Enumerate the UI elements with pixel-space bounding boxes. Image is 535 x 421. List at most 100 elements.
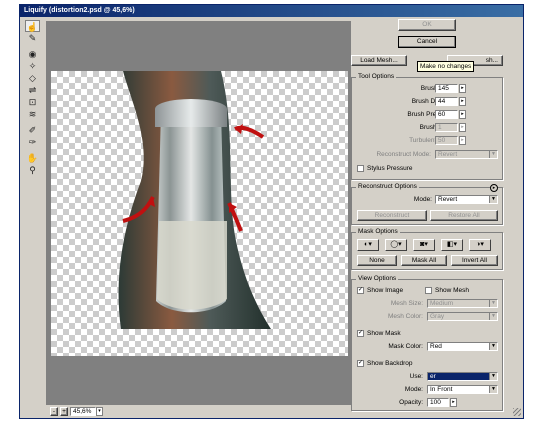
push-left-tool-icon[interactable]: ⇌ [25, 84, 40, 96]
chevron-down-icon: ▼ [489, 386, 497, 393]
mask-subtract-icon[interactable]: ◙▾ [413, 239, 435, 251]
show-backdrop-label: Show Backdrop [367, 360, 413, 367]
reconstruct-mode-label: Reconstruct Mode: [376, 151, 431, 158]
mask-invert-icon[interactable]: ◑▾ [469, 239, 491, 251]
mask-options-title: Mask Options [356, 228, 400, 235]
show-image-label: Show Image [367, 287, 404, 294]
canvas-area[interactable] [46, 21, 351, 406]
brush-pressure-arrow-icon[interactable]: ▸ [459, 110, 466, 119]
reconstruct-options-group: Reconstruct Options ▸ Mode: Revert ▼ Reco… [351, 183, 503, 225]
brush-rate-arrow-icon[interactable]: ▸ [459, 123, 466, 132]
tool-options-group: Tool Options Brush Size: 145 ▸ Brush Den… [351, 73, 503, 180]
twirl-clockwise-tool-icon[interactable]: ◉ [25, 48, 40, 60]
toolbox: ☝ ✎ ◉ ✧ ◇ ⇌ ⊡ ≋ ✐ ✑ ✋ ⚲ [22, 20, 42, 180]
show-mask-label: Show Mask [367, 330, 401, 337]
bloat-tool-icon[interactable]: ◇ [25, 72, 40, 84]
chevron-down-icon: ▼ [489, 300, 497, 307]
zoom-dropdown-icon[interactable]: ▾ [96, 407, 103, 416]
chevron-down-icon: ▼ [489, 196, 497, 203]
show-mask-checkbox[interactable]: ✓ [357, 330, 364, 337]
zoom-field[interactable]: 45,6% [70, 407, 96, 416]
opacity-label: Opacity: [399, 399, 423, 406]
turbulent-jitter-arrow-icon[interactable]: ▸ [459, 136, 466, 145]
reconstruct-mode-select[interactable]: Revert ▼ [435, 150, 498, 159]
backdrop-mode-select[interactable]: In Front ▼ [427, 385, 498, 394]
forward-warp-tool-icon[interactable]: ☝ [25, 20, 40, 32]
thaw-mask-tool-icon[interactable]: ✑ [25, 136, 40, 148]
hand-tool-icon[interactable]: ✋ [25, 152, 40, 164]
brush-density-arrow-icon[interactable]: ▸ [459, 97, 466, 106]
cancel-button[interactable]: Cancel [398, 36, 456, 48]
brush-size-field[interactable]: 145 [435, 84, 458, 93]
mask-color-label: Mask Color: [388, 343, 423, 350]
use-value: er [430, 373, 436, 380]
reconstruct-button[interactable]: Reconstruct [357, 210, 427, 221]
image-canvas[interactable] [51, 71, 348, 356]
restore-all-button[interactable]: Restore All [430, 210, 498, 221]
status-bar: - + 45,6% ▾ [46, 405, 351, 418]
show-mesh-label: Show Mesh [435, 287, 469, 294]
resize-grip-icon[interactable] [513, 408, 521, 416]
image-artwork [118, 71, 272, 329]
mesh-size-select[interactable]: Medium ▼ [427, 299, 498, 308]
chevron-down-icon: ▼ [489, 151, 497, 158]
mask-replace-icon[interactable]: ◐▾ [357, 239, 379, 251]
chevron-down-icon: ▼ [489, 373, 497, 380]
tooltip: Make no changes [417, 61, 475, 72]
mask-add-icon[interactable]: ◯▾ [385, 239, 407, 251]
show-backdrop-checkbox[interactable]: ✓ [357, 360, 364, 367]
stylus-pressure-label: Stylus Pressure [367, 165, 413, 172]
reconstruct-options-mode-select[interactable]: Revert ▼ [435, 195, 498, 204]
backdrop-mode-label: Mode: [404, 386, 423, 393]
stylus-pressure-checkbox[interactable] [357, 165, 364, 172]
zoom-in-button[interactable]: + [60, 407, 68, 416]
chevron-down-icon: ▼ [489, 313, 497, 320]
reconstruct-mode-value: Revert [438, 151, 458, 158]
mesh-color-select[interactable]: Gray ▼ [427, 312, 498, 321]
mesh-color-label: Mesh Color: [387, 313, 423, 320]
use-select[interactable]: er ▼ [427, 372, 498, 381]
mesh-size-label: Mesh Size: [390, 300, 423, 307]
invert-all-button[interactable]: Invert All [451, 255, 498, 266]
view-options-group: View Options ✓ Show Image Show Mesh Mesh… [351, 275, 503, 411]
lid-side-shape [155, 109, 227, 127]
opacity-arrow-icon[interactable]: ▸ [450, 398, 457, 407]
load-mesh-button[interactable]: Load Mesh... [351, 55, 407, 66]
pucker-tool-icon[interactable]: ✧ [25, 60, 40, 72]
mirror-tool-icon[interactable]: ⊡ [25, 96, 40, 108]
brush-rate-field[interactable]: 1 [435, 123, 458, 132]
mask-options-group: Mask Options ◐▾ ◯▾ ◙▾ ◧▾ ◑▾ None Mask Al… [351, 228, 503, 270]
freeze-mask-tool-icon[interactable]: ✐ [25, 124, 40, 136]
zoom-out-button[interactable]: - [50, 407, 58, 416]
reconstruct-options-mode-value: Revert [438, 196, 458, 203]
mask-none-button[interactable]: None [357, 255, 397, 266]
mask-color-value: Red [430, 343, 442, 350]
brush-pressure-field[interactable]: 60 [435, 110, 458, 119]
tool-options-title: Tool Options [356, 73, 397, 80]
backdrop-mode-value: In Front [430, 386, 453, 393]
use-label: Use: [409, 373, 423, 380]
arrowhead-right-top [235, 124, 243, 134]
ok-button[interactable]: OK [398, 19, 456, 31]
mesh-size-value: Medium [430, 300, 454, 307]
view-options-title: View Options [356, 275, 399, 282]
mask-all-button[interactable]: Mask All [401, 255, 447, 266]
brush-size-arrow-icon[interactable]: ▸ [459, 84, 466, 93]
opacity-field[interactable]: 100 [427, 398, 449, 407]
mask-color-select[interactable]: Red ▼ [427, 342, 498, 351]
reconstruct-options-title: Reconstruct Options [356, 183, 419, 190]
show-mesh-checkbox[interactable] [425, 287, 432, 294]
turbulent-jitter-field[interactable]: 50 [435, 136, 458, 145]
options-menu-icon[interactable]: ▸ [490, 184, 498, 192]
turbulence-tool-icon[interactable]: ≋ [25, 108, 40, 120]
salt-shape [157, 221, 227, 310]
liquify-window: Liquify (distortion2.psd @ 45,6%) ☝ ✎ ◉ … [19, 4, 524, 419]
reconstruct-mode-label-2: Mode: [413, 196, 432, 203]
mask-intersect-icon[interactable]: ◧▾ [441, 239, 463, 251]
zoom-tool-icon[interactable]: ⚲ [25, 164, 40, 176]
chevron-down-icon: ▼ [489, 343, 497, 350]
show-image-checkbox[interactable]: ✓ [357, 287, 364, 294]
reconstruct-tool-icon[interactable]: ✎ [25, 32, 40, 44]
brush-density-field[interactable]: 44 [435, 97, 458, 106]
mesh-color-value: Gray [430, 313, 445, 320]
